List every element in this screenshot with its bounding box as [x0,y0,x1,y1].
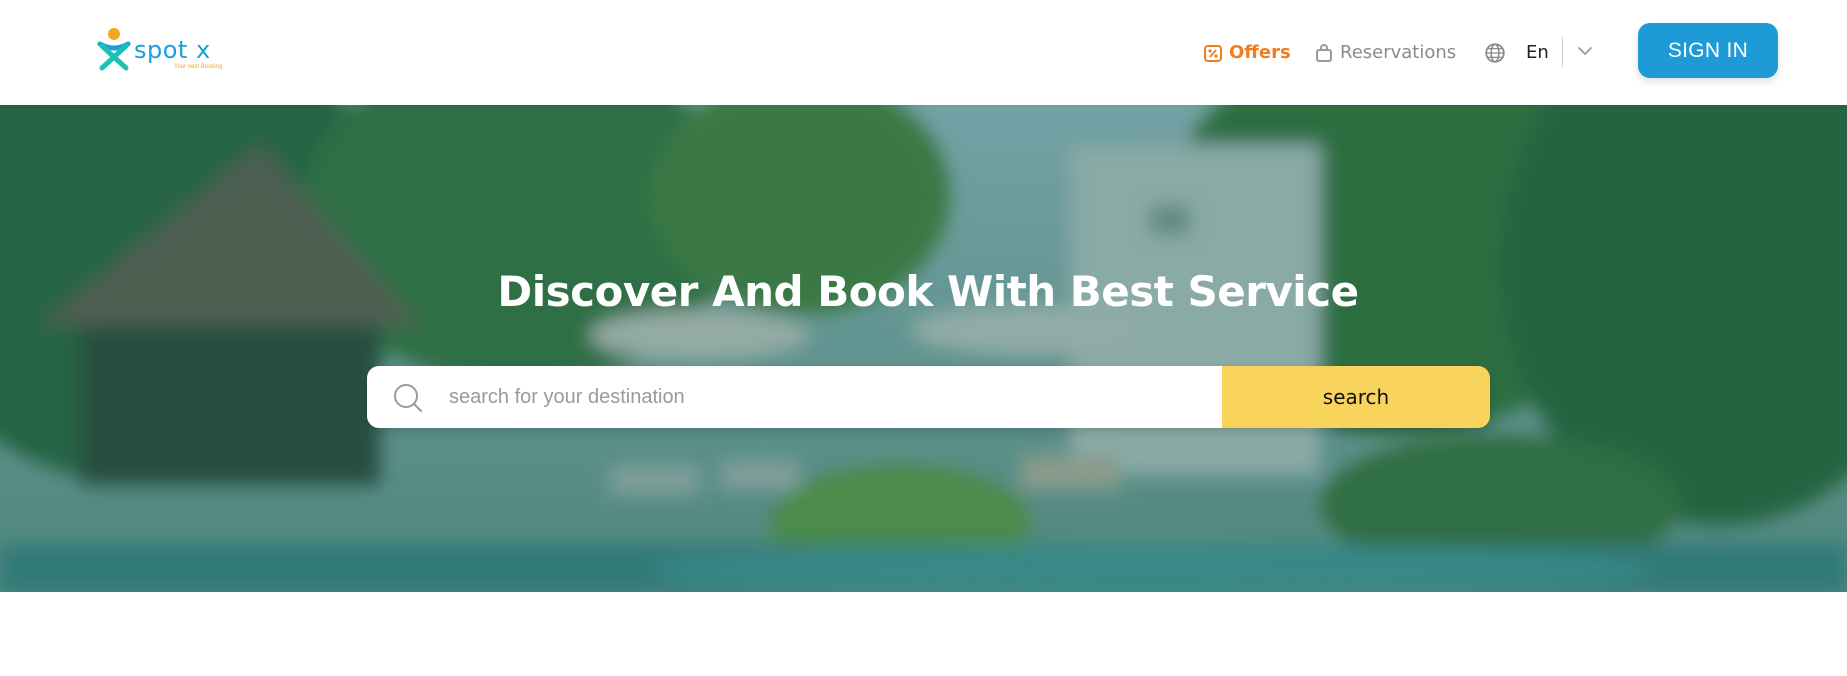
chevron-down-icon[interactable] [1576,42,1594,60]
logo-text: spot x Your next Booking [134,38,222,70]
nav-offers-link[interactable]: Offers [1203,0,1291,105]
logo-wordmark: spot x [134,36,211,64]
globe-icon [1485,42,1505,63]
nav-reservations-link[interactable]: Reservations [1314,0,1456,105]
nav-reservations-label: Reservations [1340,42,1457,63]
sign-in-button[interactable]: SIGN IN [1638,23,1778,78]
destination-search-bar: search [367,366,1490,428]
language-divider [1562,37,1563,67]
logo-tagline: Your next Booking [174,64,223,70]
search-button[interactable]: search [1222,366,1490,428]
hero-title: Discover And Book With Best Service [497,267,1359,316]
spotx-logo[interactable]: spot x Your next Booking [96,26,236,76]
hero-overlay [0,105,1847,592]
search-field[interactable] [367,366,1222,428]
top-navigation-bar: spot x Your next Booking Offers Reservat… [0,0,1847,105]
search-input[interactable] [447,384,1211,410]
language-selector[interactable]: En [1484,0,1549,105]
hero-banner: Discover And Book With Best Service sear… [0,105,1847,592]
search-icon [394,384,422,412]
language-label: En [1526,42,1549,63]
nav-offers-label: Offers [1229,42,1291,63]
reservations-bag-icon [1316,43,1332,62]
logo-mark [97,28,131,71]
offers-tag-icon [1204,44,1222,62]
